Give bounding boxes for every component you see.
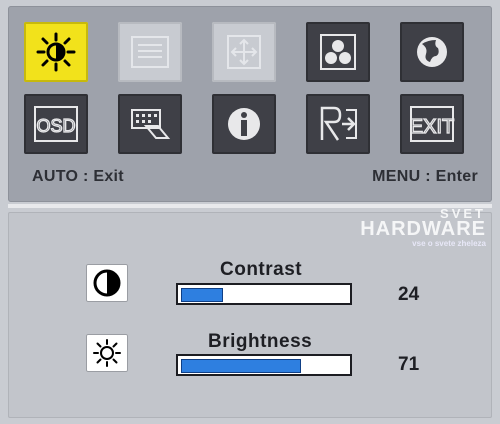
brightness-label: Brightness bbox=[208, 331, 313, 352]
svg-text:EXIT: EXIT bbox=[410, 116, 454, 138]
input-select-icon bbox=[131, 109, 171, 139]
brightness-value: 71 bbox=[398, 354, 420, 375]
menu-tile-osd[interactable]: OSD bbox=[24, 94, 88, 154]
brightness-slider-fill bbox=[181, 359, 301, 373]
color-circles-icon bbox=[320, 34, 356, 70]
menu-tile-reset[interactable] bbox=[306, 94, 370, 154]
exit-icon: EXIT bbox=[409, 106, 455, 142]
menu-tile-input[interactable] bbox=[118, 94, 182, 154]
brightness-slider[interactable] bbox=[176, 354, 352, 376]
menu-tile-color[interactable] bbox=[306, 22, 370, 82]
contrast-value: 24 bbox=[398, 284, 420, 305]
reset-icon bbox=[320, 106, 357, 141]
contrast-slider-fill bbox=[181, 288, 223, 302]
menu-tile-brightness[interactable] bbox=[24, 22, 88, 82]
menu-tile-position bbox=[212, 22, 276, 82]
menu-tile-exit[interactable]: EXIT bbox=[400, 94, 464, 154]
contrast-slider[interactable] bbox=[176, 283, 352, 305]
sun-icon bbox=[93, 339, 121, 367]
watermark-logo: SVET HARDWARE vse o svete zheleza bbox=[360, 206, 486, 248]
menu-tile-language[interactable] bbox=[400, 22, 464, 82]
brightness-icon bbox=[36, 32, 76, 72]
menu-enter-hint: MENU : Enter bbox=[372, 168, 478, 185]
contrast-icon bbox=[93, 269, 121, 297]
brightness-icon-box bbox=[86, 334, 128, 372]
text-list-icon bbox=[131, 36, 169, 68]
auto-exit-hint: AUTO : Exit bbox=[32, 168, 124, 185]
menu-tile-text bbox=[118, 22, 182, 82]
position-icon bbox=[227, 35, 261, 69]
osd-icon: OSD bbox=[34, 106, 78, 142]
contrast-label: Contrast bbox=[220, 259, 303, 280]
watermark-line2: HARDWARE bbox=[360, 218, 486, 240]
contrast-icon-box bbox=[86, 264, 128, 302]
globe-language-icon bbox=[417, 37, 447, 67]
info-icon bbox=[228, 108, 260, 140]
svg-text:OSD: OSD bbox=[36, 116, 75, 136]
menu-tile-info[interactable] bbox=[212, 94, 276, 154]
